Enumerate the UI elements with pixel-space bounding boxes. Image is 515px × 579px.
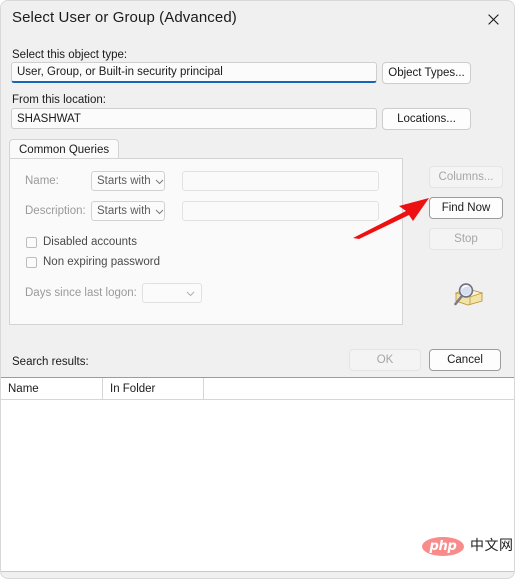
description-value-input[interactable] <box>182 201 379 221</box>
name-label: Name: <box>25 175 59 187</box>
chevron-down-icon <box>186 291 195 296</box>
cancel-button[interactable]: Cancel <box>429 349 501 371</box>
column-header-in-folder[interactable]: In Folder <box>103 378 204 400</box>
name-operator-value: Starts with <box>97 175 151 187</box>
search-results-label: Search results: <box>12 356 89 368</box>
common-queries-panel: Name: Starts with Description: Starts wi… <box>9 158 403 325</box>
title-bar: Select User or Group (Advanced) <box>1 1 514 39</box>
results-column-header: Name In Folder <box>1 378 514 400</box>
columns-button[interactable]: Columns... <box>429 166 503 188</box>
page-title: Select User or Group (Advanced) <box>12 9 237 26</box>
days-since-logon-select[interactable] <box>142 283 202 303</box>
description-operator-select[interactable]: Starts with <box>91 201 165 221</box>
close-button[interactable] <box>474 3 512 35</box>
tab-strip: Common Queries <box>9 139 403 159</box>
watermark-text: 中文网 <box>470 538 514 554</box>
object-type-input[interactable]: User, Group, or Built-in security princi… <box>11 62 377 83</box>
name-operator-select[interactable]: Starts with <box>91 171 165 191</box>
watermark: php 中文网 <box>422 536 514 556</box>
chevron-down-icon <box>155 209 164 214</box>
description-label: Description: <box>25 205 86 217</box>
name-value-input[interactable] <box>182 171 379 191</box>
stop-button[interactable]: Stop <box>429 228 503 250</box>
description-operator-value: Starts with <box>97 205 151 217</box>
checkbox-disabled-accounts[interactable]: Disabled accounts <box>26 236 137 248</box>
days-since-logon-label: Days since last logon: <box>25 287 137 299</box>
checkbox-label: Disabled accounts <box>43 236 137 248</box>
watermark-badge: php <box>422 536 464 556</box>
tab-common-queries[interactable]: Common Queries <box>9 139 120 159</box>
ok-button[interactable]: OK <box>349 349 421 371</box>
select-user-or-group-dialog: Select User or Group (Advanced) Select t… <box>0 0 515 579</box>
location-input[interactable]: SHASHWAT <box>11 108 377 129</box>
close-icon <box>487 13 499 25</box>
column-header-spacer <box>204 378 514 400</box>
chevron-down-icon <box>155 179 164 184</box>
checkbox-label: Non expiring password <box>43 256 160 268</box>
checkbox-box <box>26 236 37 248</box>
magnifier-folder-icon <box>454 283 484 306</box>
watermark-badge-text: php <box>429 538 457 554</box>
find-now-button[interactable]: Find Now <box>429 197 503 219</box>
checkbox-box <box>26 256 37 268</box>
locations-button[interactable]: Locations... <box>382 108 471 130</box>
object-types-button[interactable]: Object Types... <box>382 62 471 84</box>
column-header-name[interactable]: Name <box>1 378 103 400</box>
location-label: From this location: <box>12 94 106 106</box>
object-type-label: Select this object type: <box>12 49 128 61</box>
checkbox-non-expiring-password[interactable]: Non expiring password <box>26 256 160 268</box>
